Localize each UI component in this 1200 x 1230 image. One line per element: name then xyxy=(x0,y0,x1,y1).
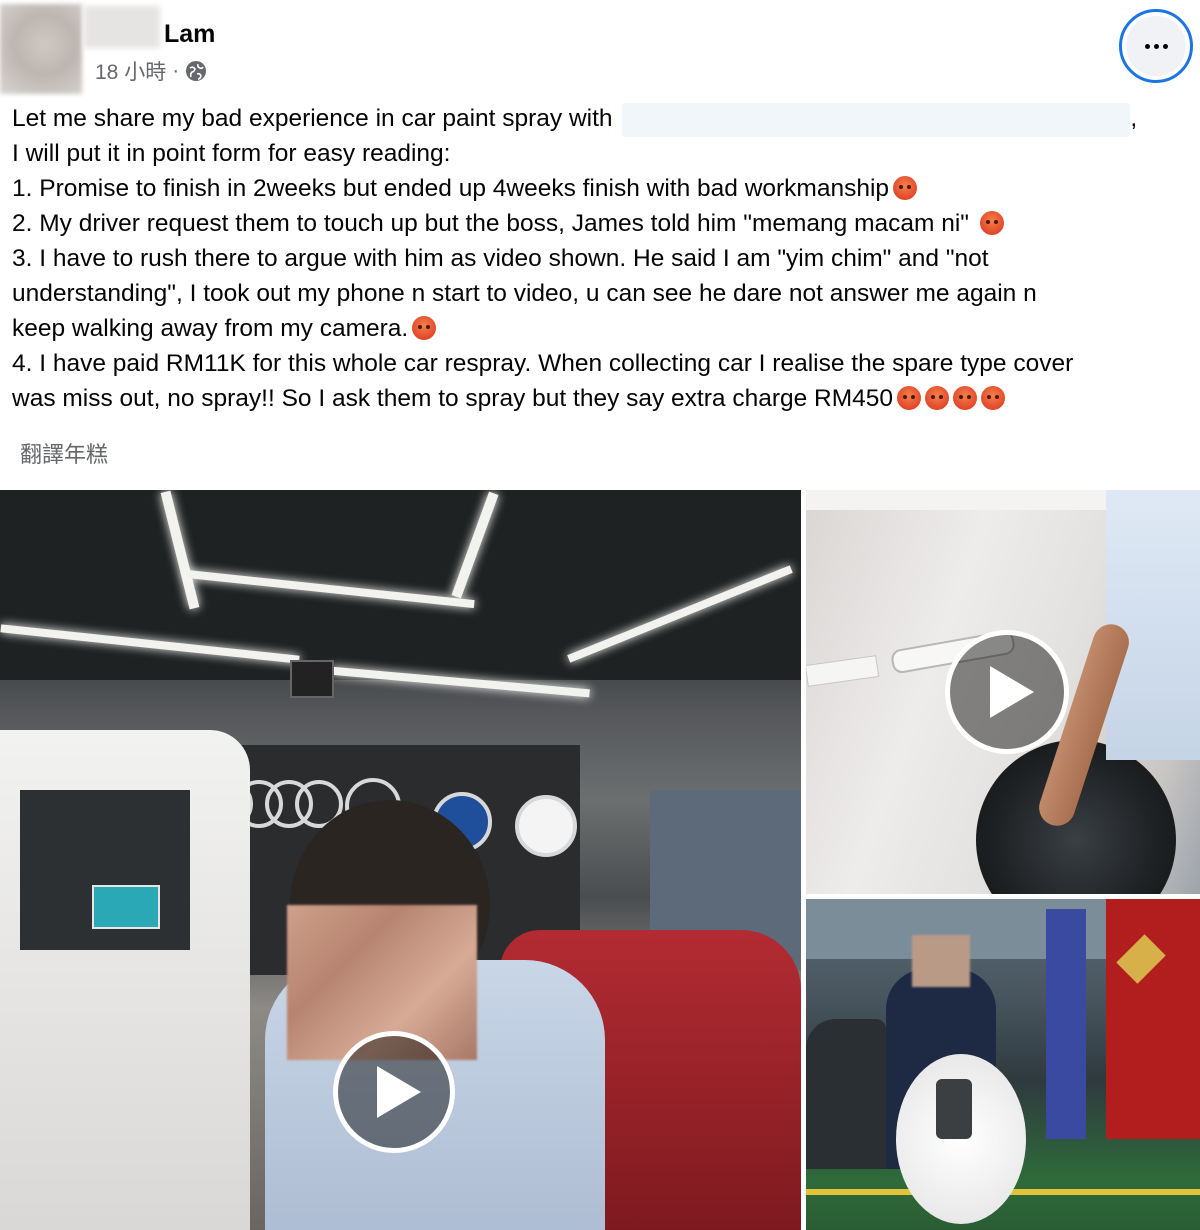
post-line: I will put it in point form for easy rea… xyxy=(12,140,451,167)
ceiling xyxy=(0,490,801,680)
pouting-face-emoji xyxy=(981,386,1006,410)
pouting-face-emoji xyxy=(953,386,978,410)
translate-link[interactable]: 翻譯年糕 xyxy=(20,437,108,469)
door-trim xyxy=(806,655,880,687)
pouting-face-emoji xyxy=(893,176,918,200)
post-body: Let me share my bad experience in car pa… xyxy=(12,101,1192,416)
post-meta: 18 小時 · xyxy=(95,56,207,86)
parked-car xyxy=(806,1019,886,1169)
person-shirt xyxy=(1106,490,1200,760)
pillar xyxy=(1046,909,1086,1139)
pouting-face-emoji xyxy=(897,386,922,410)
post-line: 2. My driver request them to touch up bu… xyxy=(12,206,1192,241)
cover-logo-panel xyxy=(936,1079,972,1139)
pouting-face-emoji xyxy=(925,386,950,410)
pouting-face-emoji xyxy=(979,211,1004,235)
post-timestamp[interactable]: 18 小時 xyxy=(95,56,166,86)
pouting-face-emoji xyxy=(412,316,437,340)
media-video-door[interactable] xyxy=(806,490,1200,894)
author-name[interactable]: Lam xyxy=(164,20,215,49)
media-video-main[interactable] xyxy=(0,490,801,1230)
post-line: understanding", I took out my phone n st… xyxy=(12,280,1037,307)
redacted-business-name xyxy=(622,102,1131,137)
post-line: keep walking away from my camera. xyxy=(12,311,1192,346)
post-line: was miss out, no spray!! So I ask them t… xyxy=(12,381,1192,416)
brand-logo xyxy=(515,795,577,857)
post-line: 1. Promise to finish in 2weeks but ended… xyxy=(12,171,1192,206)
post-line: 4. I have paid RM11K for this whole car … xyxy=(12,350,1074,377)
globe-icon[interactable] xyxy=(185,60,207,82)
more-options-button[interactable] xyxy=(1119,9,1193,83)
windshield-sticker xyxy=(92,885,160,929)
ceiling-camera xyxy=(290,660,334,698)
redacted-name xyxy=(84,6,160,48)
post-line: 3. I have to rush there to argue with hi… xyxy=(12,245,989,272)
meta-separator: · xyxy=(172,59,180,82)
play-icon[interactable] xyxy=(333,1031,455,1153)
author-avatar[interactable] xyxy=(0,4,82,94)
festive-banner xyxy=(1106,899,1200,1139)
play-icon[interactable] xyxy=(945,630,1069,754)
media-image-tyre-cover[interactable] xyxy=(806,899,1200,1230)
more-options-icon xyxy=(1126,16,1186,76)
blurred-face xyxy=(912,935,970,987)
post-line: Let me share my bad experience in car pa… xyxy=(12,101,1192,137)
